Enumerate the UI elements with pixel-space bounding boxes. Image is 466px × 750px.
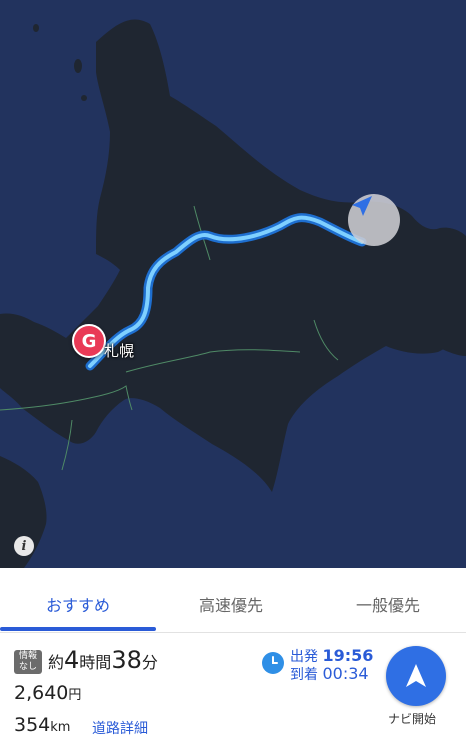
tab-local-priority[interactable]: 一般優先 xyxy=(356,592,420,616)
start-navigation-label: ナビ開始 xyxy=(388,712,437,726)
road-detail-link[interactable]: 道路詳細 xyxy=(92,718,148,738)
navigation-arrow-icon xyxy=(352,196,372,216)
route-tabs: おすすめ 高速優先 一般優先 xyxy=(0,568,466,633)
active-tab-indicator xyxy=(0,627,156,631)
tab-highway-priority[interactable]: 高速優先 xyxy=(199,592,263,616)
arrival-time: 到着 00:34 xyxy=(290,664,369,683)
goal-marker[interactable]: G xyxy=(72,324,106,358)
map-view[interactable]: G 札幌 i xyxy=(0,0,466,568)
departure-time[interactable]: 出発 19:56 xyxy=(290,646,373,666)
travel-time: 約4時間38分 xyxy=(48,646,158,674)
hokkaido-landmass xyxy=(0,19,466,493)
tab-recommended[interactable]: おすすめ xyxy=(46,592,110,616)
clock-icon[interactable] xyxy=(262,652,284,674)
start-navigation-button[interactable] xyxy=(386,646,446,706)
route-panel: おすすめ 高速優先 一般優先 情報 なし 約4時間38分 2,640円 354k… xyxy=(0,568,466,750)
okushiri-island xyxy=(33,24,39,32)
info-icon[interactable]: i xyxy=(14,536,34,556)
rishiri-island xyxy=(81,95,87,101)
traffic-info-badge: 情報 なし xyxy=(14,650,42,674)
city-label: 札幌 xyxy=(104,342,135,360)
map-canvas xyxy=(0,19,466,568)
current-location-marker[interactable] xyxy=(348,194,400,246)
navigation-arrow-icon xyxy=(406,664,426,687)
rebun-island xyxy=(74,59,82,73)
toll-fee: 2,640円 xyxy=(14,682,82,704)
route-distance: 354km xyxy=(14,714,71,736)
